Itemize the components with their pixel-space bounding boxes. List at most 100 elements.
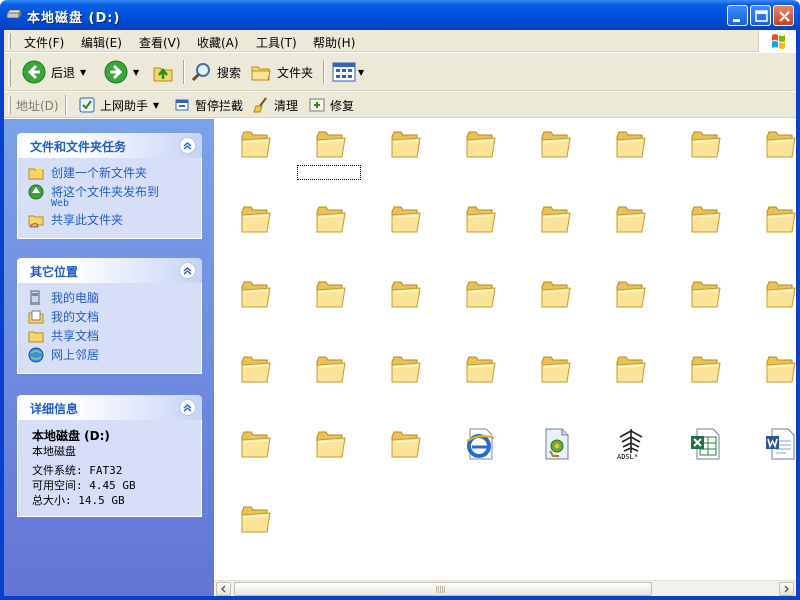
scroll-right-button[interactable]: [779, 582, 794, 596]
file-tasks-header[interactable]: 文件和文件夹任务: [17, 133, 202, 158]
ie-html-file-icon[interactable]: [464, 427, 498, 461]
clean-button[interactable]: 清理: [252, 95, 298, 115]
folder-icon[interactable]: [764, 277, 796, 311]
menu-help[interactable]: 帮助(H): [313, 34, 355, 51]
folder-icon[interactable]: [239, 427, 273, 461]
folder-icon[interactable]: [314, 127, 348, 161]
views-button[interactable]: ▼: [332, 57, 364, 87]
setup-file-icon[interactable]: [539, 427, 573, 461]
excel-file-icon[interactable]: [689, 427, 723, 461]
folder-icon[interactable]: [764, 352, 796, 386]
scroll-left-button[interactable]: [216, 582, 231, 596]
task-share-folder[interactable]: 共享此文件夹: [28, 213, 201, 228]
folder-icon[interactable]: [689, 277, 723, 311]
task-new-folder[interactable]: 创建一个新文件夹: [28, 166, 201, 181]
collapse-chevron-icon[interactable]: [179, 137, 196, 154]
folder-icon[interactable]: [539, 352, 573, 386]
task-share-folder-label: 共享此文件夹: [51, 213, 124, 227]
collapse-chevron-icon[interactable]: [179, 262, 196, 279]
horizontal-scrollbar[interactable]: [214, 580, 796, 596]
forward-button[interactable]: ▼: [104, 57, 139, 87]
folder-icon[interactable]: [389, 352, 423, 386]
place-my-computer[interactable]: 我的电脑: [28, 290, 201, 306]
details-type: 本地磁盘: [32, 445, 76, 458]
file-view[interactable]: ADSL*: [214, 119, 796, 580]
word-file-icon[interactable]: [764, 427, 796, 461]
folder-icon[interactable]: [464, 127, 498, 161]
folder-icon[interactable]: [614, 352, 648, 386]
folder-icon[interactable]: [689, 352, 723, 386]
close-button[interactable]: [773, 5, 794, 26]
internet-helper-dropdown-icon[interactable]: ▼: [153, 101, 159, 110]
maximize-button[interactable]: [750, 5, 771, 26]
close-icon: [779, 11, 790, 22]
folder-icon[interactable]: [689, 202, 723, 236]
up-folder-button[interactable]: [152, 57, 174, 87]
folder-icon[interactable]: [389, 277, 423, 311]
pause-block-button[interactable]: 暂停拦截: [173, 95, 243, 115]
place-shared-documents[interactable]: 共享文档: [28, 329, 201, 344]
scroll-thumb[interactable]: [234, 582, 652, 596]
forward-dropdown-arrow-icon[interactable]: ▼: [133, 68, 139, 77]
folder-icon[interactable]: [314, 427, 348, 461]
minimize-button[interactable]: [727, 5, 748, 26]
folder-icon[interactable]: [464, 202, 498, 236]
other-places-header[interactable]: 其它位置: [17, 258, 202, 283]
publish-web-icon: [28, 184, 44, 200]
folder-icon[interactable]: [239, 352, 273, 386]
folder-icon[interactable]: [614, 127, 648, 161]
folder-icon[interactable]: [314, 352, 348, 386]
folder-icon[interactable]: [689, 127, 723, 161]
folder-icon[interactable]: [389, 202, 423, 236]
folders-label: 文件夹: [277, 65, 314, 80]
folders-button[interactable]: 文件夹: [250, 57, 313, 87]
menu-grip[interactable]: [8, 33, 11, 49]
task-publish-web[interactable]: 将这个文件夹发布到 Web: [28, 184, 201, 209]
views-dropdown-arrow-icon[interactable]: ▼: [358, 68, 364, 77]
toolbar-grip[interactable]: [8, 59, 11, 87]
folder-icon[interactable]: [239, 127, 273, 161]
internet-helper-button[interactable]: 上网助手 ▼: [78, 95, 159, 115]
search-button[interactable]: 搜索: [190, 57, 241, 87]
back-dropdown-arrow-icon[interactable]: ▼: [80, 68, 86, 77]
details-filesystem: 文件系统: FAT32: [32, 464, 123, 477]
folder-icon[interactable]: [464, 277, 498, 311]
menu-tools[interactable]: 工具(T): [256, 34, 297, 51]
menu-view[interactable]: 查看(V): [139, 34, 181, 51]
other-places-body: 我的电脑 我的文档 共享文档 网上邻居: [17, 283, 202, 374]
folder-icon[interactable]: [539, 277, 573, 311]
menu-favorites[interactable]: 收藏(A): [197, 34, 239, 51]
place-my-documents[interactable]: 我的文档: [28, 310, 201, 325]
adsl-file-icon[interactable]: ADSL*: [614, 427, 648, 461]
folder-icon[interactable]: [539, 127, 573, 161]
folder-icon[interactable]: [314, 202, 348, 236]
folder-icon[interactable]: [614, 202, 648, 236]
folder-icon[interactable]: [614, 277, 648, 311]
addressbar-grip[interactable]: [8, 96, 11, 114]
folder-icon[interactable]: [764, 127, 796, 161]
collapse-chevron-icon[interactable]: [179, 399, 196, 416]
folder-icon[interactable]: [239, 202, 273, 236]
my-documents-icon: [28, 310, 44, 324]
repair-button[interactable]: 修复: [308, 95, 354, 115]
back-button[interactable]: 后退 ▼: [22, 57, 86, 87]
file-tasks-title: 文件和文件夹任务: [30, 140, 127, 154]
folder-icon[interactable]: [389, 427, 423, 461]
folder-icon[interactable]: [389, 127, 423, 161]
folder-icon[interactable]: [539, 202, 573, 236]
address-label[interactable]: 地址(D): [16, 97, 59, 114]
menu-edit[interactable]: 编辑(E): [81, 34, 122, 51]
place-network[interactable]: 网上邻居: [28, 347, 201, 363]
title-bar[interactable]: 本地磁盘 (D:): [0, 0, 800, 30]
folder-icon[interactable]: [764, 202, 796, 236]
folder-icon[interactable]: [239, 277, 273, 311]
window-frame-right[interactable]: [796, 30, 800, 600]
menu-file[interactable]: 文件(F): [24, 34, 64, 51]
new-folder-icon: [28, 166, 44, 180]
scroll-left-arrow-icon: [220, 585, 226, 593]
window-frame-bottom[interactable]: [0, 596, 800, 600]
folder-icon[interactable]: [239, 502, 273, 536]
details-header[interactable]: 详细信息: [17, 395, 202, 420]
folder-icon[interactable]: [464, 352, 498, 386]
folder-icon[interactable]: [314, 277, 348, 311]
